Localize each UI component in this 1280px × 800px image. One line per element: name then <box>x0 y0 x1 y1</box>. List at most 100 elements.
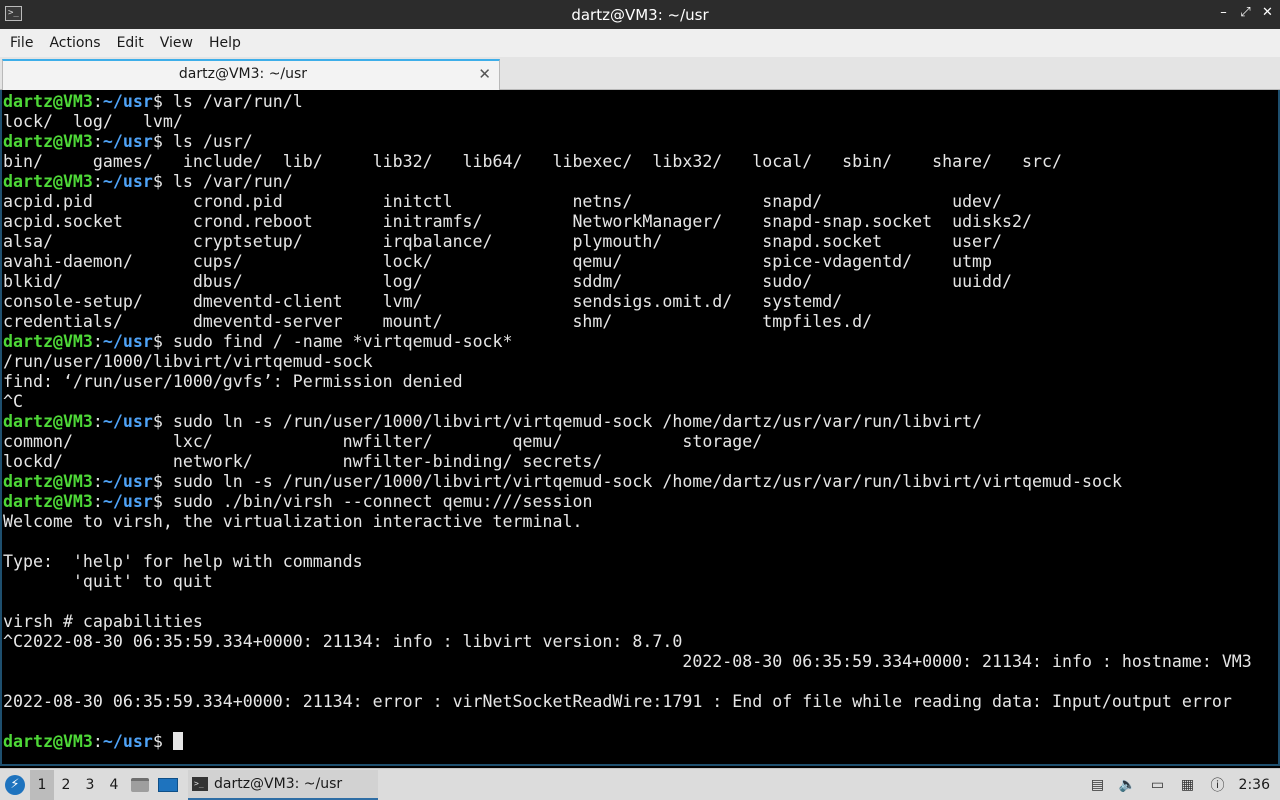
terminal-line: 'quit' to quit <box>3 572 1252 592</box>
show-desktop-button[interactable] <box>157 774 179 796</box>
menu-view[interactable]: View <box>152 29 201 57</box>
workspace-3[interactable]: 3 <box>78 770 102 800</box>
window-controls: – ⤢ ✕ <box>1217 4 1274 22</box>
prompt-path: ~/usr <box>102 172 153 191</box>
terminal-line: acpid.pid crond.pid initctl netns/ snapd… <box>3 192 1252 212</box>
terminal-line: dartz@VM3:~/usr$ sudo ln -s /run/user/10… <box>3 412 1252 432</box>
prompt-path: ~/usr <box>102 132 153 151</box>
prompt-sign: $ <box>152 172 173 191</box>
workspace-4[interactable]: 4 <box>102 770 126 800</box>
terminal-line: console-setup/ dmeventd-client lvm/ send… <box>3 292 1252 312</box>
terminal-line: lockd/ network/ nwfilter-binding/ secret… <box>3 452 1252 472</box>
taskbar-task-terminal[interactable]: >_ dartz@VM3: ~/usr <box>188 769 378 800</box>
clock[interactable]: 2:36 <box>1239 777 1270 793</box>
menu-help[interactable]: Help <box>201 29 249 57</box>
output-text: bin/ games/ include/ lib/ lib32/ lib64/ … <box>3 152 1062 171</box>
menu-edit[interactable]: Edit <box>109 29 152 57</box>
prompt-sign: $ <box>152 92 173 111</box>
output-text: common/ lxc/ nwfilter/ qemu/ storage/ <box>3 432 763 451</box>
output-text: acpid.pid crond.pid initctl netns/ snapd… <box>3 192 1003 211</box>
terminal-line: dartz@VM3:~/usr$ ls /var/run/l <box>3 92 1252 112</box>
terminal-line: ^C <box>3 392 1252 412</box>
terminal-line: find: ‘/run/user/1000/gvfs’: Permission … <box>3 372 1252 392</box>
output-text: /run/user/1000/libvirt/virtqemud-sock <box>3 352 373 371</box>
output-text: console-setup/ dmeventd-client lvm/ send… <box>3 292 843 311</box>
terminal-line: dartz@VM3:~/usr$ sudo ln -s /run/user/10… <box>3 472 1252 492</box>
tab-close-icon[interactable]: ✕ <box>478 65 491 83</box>
output-text: credentials/ dmeventd-server mount/ shm/… <box>3 312 873 331</box>
workspace-2[interactable]: 2 <box>54 770 78 800</box>
file-manager-launcher[interactable] <box>129 774 151 796</box>
minimize-button[interactable]: – <box>1217 4 1230 22</box>
command-text: sudo find / -name *virtqemud-sock* <box>172 332 513 351</box>
prompt-user: dartz@VM3 <box>3 412 93 431</box>
output-text: Welcome to virsh, the virtualization int… <box>3 512 583 531</box>
maximize-button[interactable]: ⤢ <box>1239 4 1252 22</box>
terminal-line: dartz@VM3:~/usr$ sudo ./bin/virsh --conn… <box>3 492 1252 512</box>
prompt-separator: : <box>92 492 103 511</box>
prompt-path: ~/usr <box>102 412 153 431</box>
terminal-line: credentials/ dmeventd-server mount/ shm/… <box>3 312 1252 332</box>
output-text: Type: 'help' for help with commands <box>3 552 363 571</box>
window-titlebar[interactable]: >_ dartz@VM3: ~/usr – ⤢ ✕ <box>0 0 1280 29</box>
output-text: avahi-daemon/ cups/ lock/ qemu/ spice-vd… <box>3 252 993 271</box>
notification-icon[interactable]: ⓘ <box>1209 776 1227 794</box>
prompt-sign: $ <box>152 492 173 511</box>
taskbar: ⚡ 1 2 3 4 >_ dartz@VM3: ~/usr ▤ 🔈 ▭ ▦ ⓘ … <box>0 768 1280 800</box>
terminal-tab[interactable]: dartz@VM3: ~/usr ✕ <box>2 59 500 90</box>
terminal-line: common/ lxc/ nwfilter/ qemu/ storage/ <box>3 432 1252 452</box>
tab-bar: dartz@VM3: ~/usr ✕ <box>0 57 1280 90</box>
terminal-line: Welcome to virsh, the virtualization int… <box>3 512 1252 532</box>
start-menu-icon: ⚡ <box>5 774 25 795</box>
menu-bar: File Actions Edit View Help <box>0 29 1280 57</box>
prompt-separator: : <box>92 332 103 351</box>
prompt-path: ~/usr <box>102 92 153 111</box>
terminal-line: avahi-daemon/ cups/ lock/ qemu/ spice-vd… <box>3 252 1252 272</box>
output-text: find: ‘/run/user/1000/gvfs’: Permission … <box>3 372 463 391</box>
output-text: ^C <box>3 392 23 411</box>
output-text: ^C2022-08-30 06:35:59.334+0000: 21134: i… <box>3 632 683 651</box>
terminal-line: 2022-08-30 06:35:59.334+0000: 21134: inf… <box>3 652 1251 672</box>
terminal-line: Type: 'help' for help with commands <box>3 552 1252 572</box>
workspace-1[interactable]: 1 <box>30 769 54 800</box>
terminal-area[interactable]: dartz@VM3:~/usr$ ls /var/run/l lock/ log/… <box>0 90 1280 766</box>
terminal-line: dartz@VM3:~/usr$ sudo find / -name *virt… <box>3 332 1252 352</box>
prompt-separator: : <box>92 132 103 151</box>
command-text: sudo ln -s /run/user/1000/libvirt/virtqe… <box>172 472 1122 491</box>
menu-actions[interactable]: Actions <box>41 29 108 57</box>
system-tray: ▤ 🔈 ▭ ▦ ⓘ 2:36 <box>1089 776 1280 794</box>
output-text: lock/ log/ lvm/ <box>3 112 183 131</box>
prompt-user: dartz@VM3 <box>3 732 93 751</box>
output-text: 2022-08-30 06:35:59.334+0000: 21134: err… <box>3 692 1232 711</box>
prompt-sign: $ <box>152 472 173 491</box>
prompt-user: dartz@VM3 <box>3 172 93 191</box>
close-button[interactable]: ✕ <box>1261 4 1274 22</box>
terminal-line: dartz@VM3:~/usr$ ls /usr/ <box>3 132 1252 152</box>
output-text: lockd/ network/ nwfilter-binding/ secret… <box>3 452 603 471</box>
terminal-line: alsa/ cryptsetup/ irqbalance/ plymouth/ … <box>3 232 1252 252</box>
text-cursor <box>172 732 183 750</box>
prompt-separator: : <box>92 412 103 431</box>
start-menu-button[interactable]: ⚡ <box>0 770 30 800</box>
prompt-separator: : <box>92 172 103 191</box>
terminal-line: blkid/ dbus/ log/ sddm/ sudo/ uuidd/ <box>3 272 1252 292</box>
terminal-line: acpid.socket crond.reboot initramfs/ Net… <box>3 212 1252 232</box>
network-icon[interactable]: ▦ <box>1179 776 1197 794</box>
prompt-sign: $ <box>152 332 173 351</box>
command-text: sudo ln -s /run/user/1000/libvirt/virtqe… <box>172 412 983 431</box>
output-text: acpid.socket crond.reboot initramfs/ Net… <box>3 212 1032 231</box>
prompt-path: ~/usr <box>102 492 153 511</box>
removable-drive-icon[interactable]: ▭ <box>1149 776 1167 794</box>
prompt-sign: $ <box>152 732 173 751</box>
clipboard-icon[interactable]: ▤ <box>1089 776 1107 794</box>
terminal-line: /run/user/1000/libvirt/virtqemud-sock <box>3 352 1252 372</box>
prompt-separator: : <box>92 732 103 751</box>
output-text: virsh # capabilities <box>3 612 203 631</box>
menu-file[interactable]: File <box>2 29 41 57</box>
volume-icon[interactable]: 🔈 <box>1119 776 1137 794</box>
prompt-user: dartz@VM3 <box>3 492 93 511</box>
prompt-path: ~/usr <box>102 732 153 751</box>
